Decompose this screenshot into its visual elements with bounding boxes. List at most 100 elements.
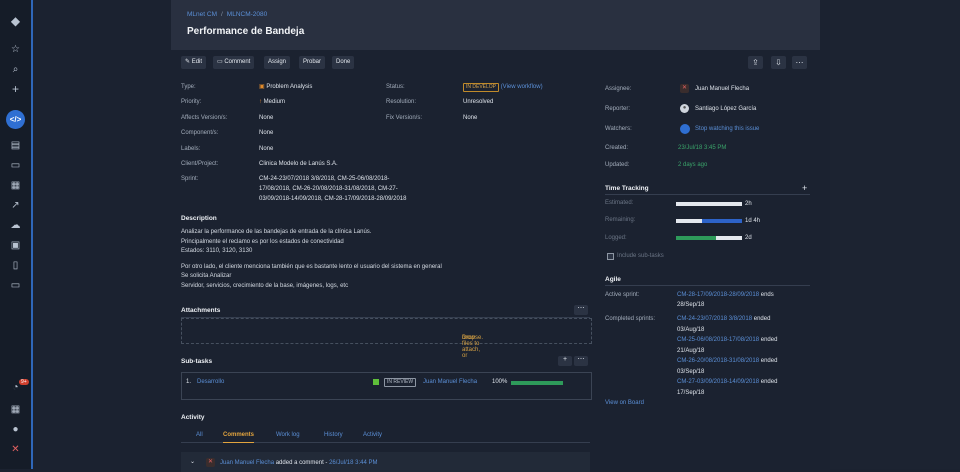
type-text: Problem Analysis [266,84,313,90]
app-logo-icon[interactable]: ◆ [8,14,23,29]
page-title: Performance de Bandeja [187,26,305,37]
help-icon[interactable]: ● [8,422,23,437]
active-sprint-value: CM-28-17/09/2018-28/09/2018 ends 28/Sep/… [677,290,774,310]
completed-sprint-ended: ended [760,358,778,364]
description-text: Analizar la performance de las bandejas … [181,228,442,291]
user-avatar-icon[interactable]: ✕ [8,442,23,457]
completed-sprints-label: Completed sprints: [605,316,656,322]
attachment-dropzone[interactable]: ◌ Drop files to attach, or browse. [181,318,592,359]
affects-label: Affects Version/s: [181,115,228,121]
active-sprint-date: 28/Sep/18 [677,302,705,308]
cloud-icon[interactable]: ☁ [8,218,23,233]
table-row[interactable]: 1. Desarrollo IN REVIEW Juan Manuel Flec… [186,377,586,387]
tab-all[interactable]: All [196,432,203,438]
notification-badge: 9+ [19,379,29,385]
fix-version-label: Fix Version/s: [386,115,423,121]
remaining-value: 1d 4h [745,218,761,224]
breadcrumb-issue[interactable]: MLNCM-2080 [227,11,267,18]
share-icon[interactable]: ⇪ [748,56,763,69]
watchers-count-icon[interactable] [680,124,690,134]
view-on-board-link[interactable]: View on Board [605,398,644,408]
assignee-value[interactable]: Juan Manuel Flecha [695,84,749,94]
collapse-chevron-icon[interactable]: ⌄ [190,457,195,467]
layers-icon[interactable]: ▤ [8,138,23,153]
estimated-value: 2h [745,201,752,207]
comment-meta: Juan Manuel Flecha added a comment - 26/… [220,458,377,468]
browse-link[interactable]: browse. [462,335,483,341]
notebook-icon[interactable]: ▯ [8,258,23,273]
tab-activity[interactable]: Activity [363,432,382,438]
subtask-assignee-link[interactable]: Juan Manuel Flecha [423,377,477,387]
logged-bar [676,236,716,240]
resolution-label: Resolution: [386,99,417,105]
view-workflow-link[interactable]: (View workflow) [501,84,543,90]
sprint-line: 17/08/2018, CM-26-20/08/2018-31/08/2018,… [259,186,398,192]
list-item: CM-27-03/09/2018-14/09/2018 ended [677,377,777,388]
subtask-status-badge[interactable]: IN REVIEW [384,378,417,387]
remaining-bar [676,219,703,223]
agile-divider [605,285,810,286]
status-badge[interactable]: IN DEVELOP [463,83,500,92]
add-subtask-button[interactable]: + [558,356,572,366]
search-icon[interactable]: ⌕ [8,62,23,77]
active-sprint-link[interactable]: CM-28-17/09/2018-28/09/2018 [677,292,759,298]
description-line: Analizar la performance de las bandejas … [181,229,372,235]
comment-item: ⌄ ✕ Juan Manuel Flecha added a comment -… [181,452,590,472]
breadcrumb-separator: / [220,11,223,18]
assignee-avatar: ✕ [680,84,689,93]
completed-sprint-ended: ended [753,316,771,322]
subtask-name-link[interactable]: Desarrollo [197,377,224,387]
include-subtasks-checkbox[interactable] [607,253,614,260]
done-button[interactable]: Done [332,56,355,69]
tab-history[interactable]: History [324,432,343,438]
status-label: Status: [386,84,405,90]
estimated-bar [676,202,742,206]
add-time-icon[interactable]: + [802,183,807,193]
description-line: Se solicita Analizar [181,273,232,279]
type-value: ▣ Problem Analysis [259,82,312,92]
subtasks-heading: Sub-tasks [181,358,213,365]
completed-sprint-link[interactable]: CM-26-20/08/2018-31/08/2018 [677,358,759,364]
chart-icon[interactable]: ↗ [8,198,23,213]
more-options-icon[interactable]: ⋯ [792,56,807,69]
comment-button[interactable]: ▭ Comment [213,56,255,69]
breadcrumb-project[interactable]: MLnet CM [187,11,217,18]
monitor-icon[interactable]: ▣ [8,238,23,253]
plus-icon[interactable]: + [8,82,23,97]
assign-button[interactable]: Assign [264,56,291,69]
document-icon[interactable]: ▭ [8,158,23,173]
probar-button[interactable]: Probar [299,56,326,69]
pencil-icon: ✎ [185,59,192,65]
priority-label: Priority: [181,99,202,105]
tab-work-log[interactable]: Work log [276,432,300,438]
grid-icon[interactable]: ▦ [8,402,23,417]
description-heading: Description [181,215,217,222]
board-icon[interactable]: ▦ [8,178,23,193]
attachments-heading: Attachments [181,307,221,314]
subtasks-more-button[interactable]: ⋯ [574,356,588,366]
subtask-progress-bar [511,381,563,385]
issue-header [171,0,820,50]
reporter-label: Reporter: [605,106,631,112]
completed-sprint-link[interactable]: CM-24-23/07/2018 3/8/2018 [677,316,752,322]
reporter-value[interactable]: Santiago López García [695,104,756,114]
completed-sprint-date: 17/Sep/18 [677,389,705,396]
comment-time-link[interactable]: 26/Jul/18 3:44 PM [329,460,377,466]
attachments-more-button[interactable]: ⋯ [574,305,588,315]
export-icon[interactable]: ⇩ [771,56,786,69]
stop-watching-link[interactable]: Stop watching this issue [695,124,759,134]
tab-comments[interactable]: Comments [223,432,255,443]
completed-sprint-link[interactable]: CM-27-03/09/2018-14/09/2018 [677,379,759,385]
description-line: Estados: 3110, 3120, 3130 [181,248,253,254]
window-icon[interactable]: ▭ [8,278,23,293]
edit-button[interactable]: ✎ Edit [181,56,207,69]
comment-author-link[interactable]: Juan Manuel Flecha [220,460,274,466]
logged-label: Logged: [605,235,627,241]
completed-sprint-link[interactable]: CM-25-06/08/2018-17/08/2018 [677,337,759,343]
completed-sprints-list: CM-24-23/07/2018 3/8/2018 ended 03/Aug/1… [677,314,777,398]
completed-sprint-ended: ended [760,379,778,385]
code-icon[interactable]: </> [6,110,25,129]
subtask-number: 1. [186,379,192,385]
star-icon[interactable]: ☆ [8,42,23,57]
subtask-type-icon [373,379,379,385]
